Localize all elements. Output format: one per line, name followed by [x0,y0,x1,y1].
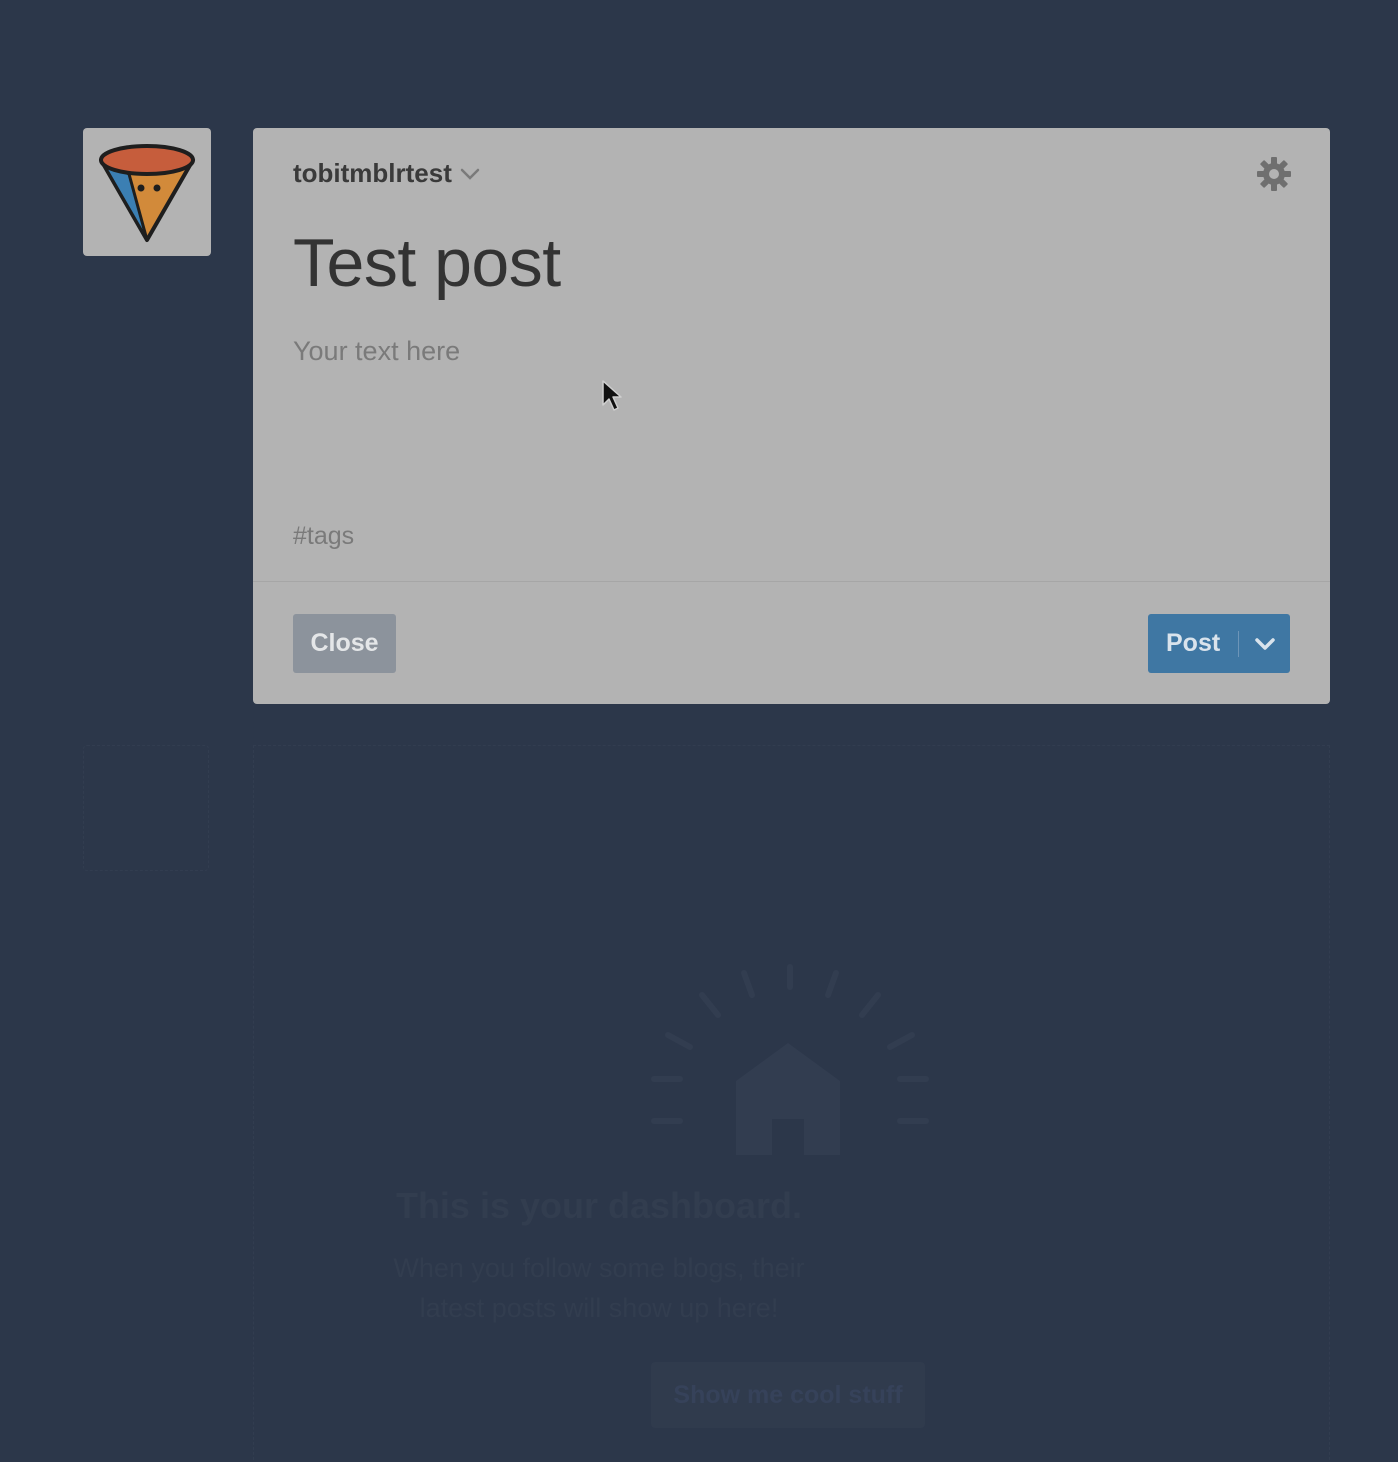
dashboard-empty-subtitle: When you follow some blogs, their latest… [0,1248,1388,1328]
house-icon [640,955,940,1170]
ice-cream-cone-face-icon [99,144,195,242]
tags-field[interactable]: #tags [293,522,354,551]
post-composer: tobitmblrtest Test post Your text here #… [253,128,1330,704]
composer-divider [253,581,1330,582]
chevron-down-icon [460,168,480,180]
gear-icon[interactable] [1256,156,1292,192]
show-cool-stuff-button: Show me cool stuff [651,1362,925,1428]
close-button[interactable]: Close [293,614,396,673]
dashboard-empty-line-2: latest posts will show up here! [419,1293,779,1323]
blog-name: tobitmblrtest [293,158,452,188]
blog-selector[interactable]: tobitmblrtest [293,158,480,189]
post-body-field[interactable]: Your text here [293,336,1273,486]
chevron-down-icon [1254,637,1275,650]
page: This is your dashboard. When you follow … [0,0,1398,1462]
post-button-label: Post [1166,629,1221,657]
mouse-cursor-icon [601,379,625,418]
post-options-dropdown[interactable] [1239,637,1290,651]
dashboard-empty-title: This is your dashboard. [395,1185,803,1226]
dashboard-empty-line-1: When you follow some blogs, their [393,1253,805,1283]
avatar[interactable] [83,128,211,256]
post-button[interactable]: Post [1148,614,1290,673]
dashboard-avatar-placeholder [83,745,209,871]
post-title-field[interactable]: Test post [293,224,1193,302]
